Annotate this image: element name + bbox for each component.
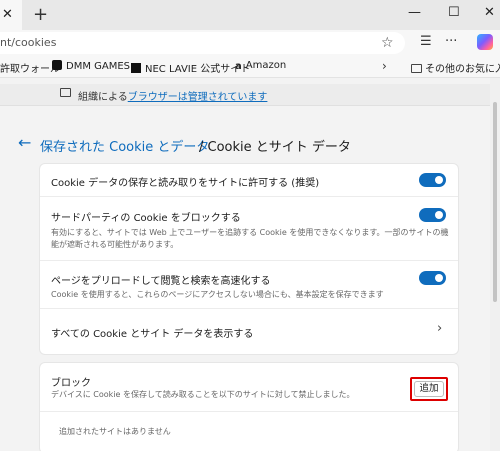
favorites-overflow-chevron-icon[interactable]: › bbox=[382, 59, 387, 73]
setting-title: すべての Cookie とサイト データを表示する bbox=[51, 329, 254, 340]
setting-row-preload: ページをプリロードして閲覧と検索を高速化する Cookie を使用すると、これら… bbox=[40, 260, 458, 308]
setting-title: ページをプリロードして閲覧と検索を高速化する bbox=[51, 276, 271, 287]
preload-toggle[interactable] bbox=[419, 271, 446, 285]
favorite-label: DMM GAMES bbox=[66, 61, 131, 72]
scrollbar[interactable] bbox=[490, 78, 500, 451]
favorites-list-icon[interactable]: ☰ bbox=[420, 34, 432, 49]
other-favorites-folder[interactable]: その他のお気に入り bbox=[411, 60, 500, 75]
favorite-item[interactable]: 許取ウォール bbox=[0, 60, 60, 75]
block-header-row: ブロック デバイスに Cookie を保存して読み取ることを以下のサイトに対して… bbox=[40, 363, 458, 411]
page-title: / Cookie とサイト データ bbox=[199, 140, 351, 155]
back-arrow-icon[interactable]: ← bbox=[18, 133, 31, 152]
allow-cookies-toggle[interactable] bbox=[419, 173, 446, 187]
nec-icon bbox=[131, 63, 141, 73]
active-tab[interactable]: ✕ bbox=[0, 0, 22, 30]
favorite-item-amazon[interactable]: a Amazon bbox=[235, 60, 287, 72]
setting-row-block-third-party: サードパーティの Cookie をブロックする 有効にすると、サイトでは Web… bbox=[40, 196, 458, 260]
add-button[interactable]: 追加 bbox=[414, 381, 444, 397]
chevron-right-icon: › bbox=[437, 321, 443, 336]
managed-text: 組織によるブラウザーは管理されています bbox=[78, 88, 267, 103]
cookie-settings-card: Cookie データの保存と読み取りをサイトに許可する (推奨) サードパーティ… bbox=[40, 164, 458, 354]
setting-description: 有効にすると、サイトでは Web 上でユーザーを追跡する Cookie を使用で… bbox=[51, 228, 449, 249]
setting-description: Cookie を使用すると、これらのページにアクセスしない場合にも、基本設定を保… bbox=[51, 290, 384, 299]
favorite-label: Amazon bbox=[245, 60, 287, 71]
amazon-icon: a bbox=[235, 61, 242, 72]
tab-close-icon[interactable]: ✕ bbox=[2, 7, 13, 22]
copilot-icon[interactable] bbox=[477, 34, 493, 50]
managed-prefix: 組織による bbox=[78, 92, 128, 103]
setting-row-see-all-cookies[interactable]: すべての Cookie とサイト データを表示する › bbox=[40, 308, 458, 354]
favorites-bar: 許取ウォール DMM GAMES NEC LAVIE 公式サイト a Amazon… bbox=[0, 56, 500, 78]
new-tab-icon[interactable]: + bbox=[33, 4, 48, 25]
block-description: デバイスに Cookie を保存して読み取ることを以下のサイトに対して禁止しまし… bbox=[51, 390, 355, 399]
block-title: ブロック bbox=[51, 378, 91, 389]
minimize-icon[interactable]: — bbox=[408, 5, 421, 20]
settings-page: 組織によるブラウザーは管理されています ← 保存された Cookie とデータ … bbox=[0, 78, 500, 451]
empty-list-text: 追加されたサイトはありません bbox=[59, 427, 171, 436]
block-card: ブロック デバイスに Cookie を保存して読み取ることを以下のサイトに対して… bbox=[40, 363, 458, 451]
navigation-bar: nt/cookies ☆ ☰ ··· bbox=[0, 30, 500, 56]
favorite-item-nec[interactable]: NEC LAVIE 公式サイト bbox=[131, 60, 250, 75]
url-text[interactable]: nt/cookies bbox=[0, 36, 56, 49]
managed-link[interactable]: ブラウザーは管理されています bbox=[128, 92, 268, 103]
scrollbar-thumb[interactable] bbox=[493, 102, 497, 302]
add-button-highlight: 追加 bbox=[410, 377, 448, 401]
setting-title: Cookie データの保存と読み取りをサイトに許可する (推奨) bbox=[51, 178, 320, 189]
organization-icon bbox=[60, 88, 71, 97]
favorite-star-icon[interactable]: ☆ bbox=[381, 35, 394, 51]
toggle-knob bbox=[435, 274, 443, 282]
close-window-icon[interactable]: ✕ bbox=[484, 5, 495, 20]
more-options-icon[interactable]: ··· bbox=[445, 34, 457, 49]
title-bar: ✕ + — ☐ ✕ bbox=[0, 0, 500, 30]
address-bar[interactable]: nt/cookies ☆ bbox=[0, 32, 405, 54]
dmm-icon bbox=[52, 60, 62, 70]
toggle-knob bbox=[435, 211, 443, 219]
favorite-item-dmm[interactable]: DMM GAMES bbox=[52, 60, 130, 72]
managed-banner: 組織によるブラウザーは管理されています bbox=[0, 84, 490, 106]
toggle-knob bbox=[435, 176, 443, 184]
folder-label: その他のお気に入り bbox=[425, 64, 500, 75]
folder-icon bbox=[411, 64, 422, 73]
block-empty-row: 追加されたサイトはありません bbox=[40, 411, 458, 451]
setting-title: サードパーティの Cookie をブロックする bbox=[51, 213, 241, 224]
breadcrumb-parent-link[interactable]: 保存された Cookie とデータ bbox=[40, 136, 209, 155]
maximize-icon[interactable]: ☐ bbox=[448, 5, 460, 20]
setting-row-allow-cookies: Cookie データの保存と読み取りをサイトに許可する (推奨) bbox=[40, 164, 458, 196]
block-third-party-toggle[interactable] bbox=[419, 208, 446, 222]
